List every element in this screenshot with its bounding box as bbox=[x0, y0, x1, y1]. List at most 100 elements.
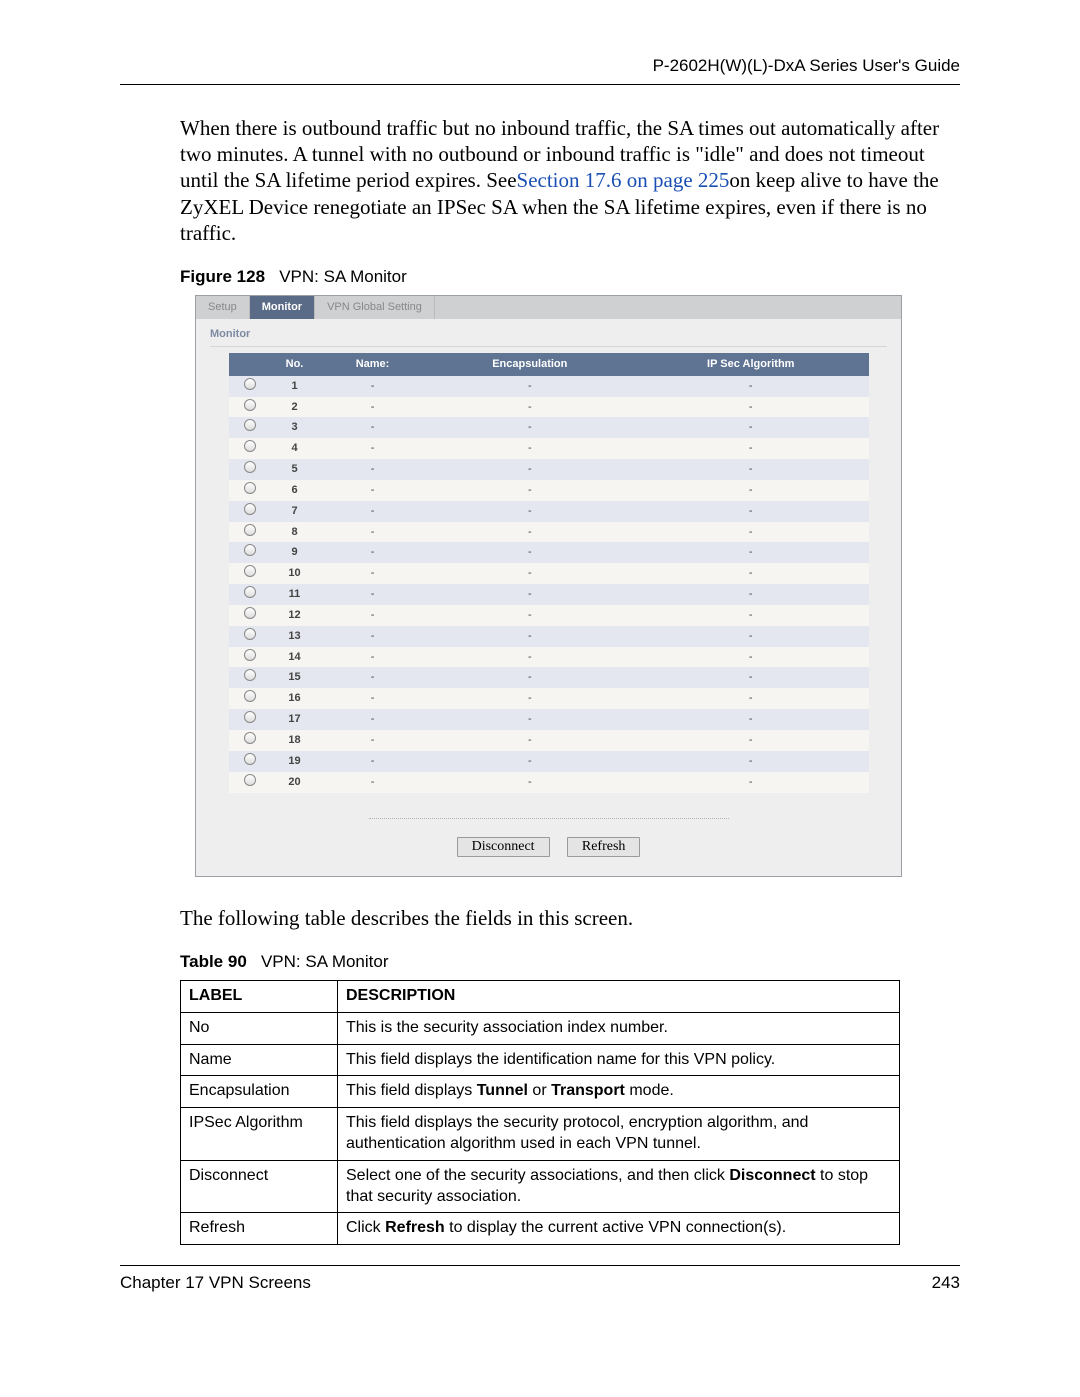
row-radio[interactable] bbox=[229, 626, 271, 647]
row-name: - bbox=[319, 626, 427, 647]
row-ipsec: - bbox=[633, 501, 868, 522]
row-no: 3 bbox=[271, 417, 319, 438]
desc-label: Refresh bbox=[181, 1213, 338, 1245]
radio-icon[interactable] bbox=[244, 711, 256, 723]
row-name: - bbox=[319, 438, 427, 459]
tab-global[interactable]: VPN Global Setting bbox=[315, 296, 435, 319]
radio-icon[interactable] bbox=[244, 461, 256, 473]
table-row: 16--- bbox=[229, 688, 869, 709]
row-radio[interactable] bbox=[229, 438, 271, 459]
row-radio[interactable] bbox=[229, 376, 271, 397]
radio-icon[interactable] bbox=[244, 524, 256, 536]
desc-text: This field displays Tunnel or Transport … bbox=[338, 1076, 900, 1108]
desc-label: Disconnect bbox=[181, 1160, 338, 1213]
bottom-rule bbox=[120, 1265, 960, 1266]
desc-row: EncapsulationThis field displays Tunnel … bbox=[181, 1076, 900, 1108]
row-name: - bbox=[319, 647, 427, 668]
row-radio[interactable] bbox=[229, 667, 271, 688]
radio-icon[interactable] bbox=[244, 544, 256, 556]
desc-label: No bbox=[181, 1012, 338, 1044]
radio-icon[interactable] bbox=[244, 669, 256, 681]
row-encap: - bbox=[427, 522, 633, 543]
refresh-button[interactable]: Refresh bbox=[567, 837, 641, 857]
row-radio[interactable] bbox=[229, 522, 271, 543]
row-no: 12 bbox=[271, 605, 319, 626]
row-radio[interactable] bbox=[229, 709, 271, 730]
radio-icon[interactable] bbox=[244, 628, 256, 640]
tab-setup[interactable]: Setup bbox=[196, 296, 250, 319]
desc-text: This field displays the identification n… bbox=[338, 1044, 900, 1076]
row-radio[interactable] bbox=[229, 501, 271, 522]
figure-caption: Figure 128 VPN: SA Monitor bbox=[180, 266, 960, 289]
row-radio[interactable] bbox=[229, 417, 271, 438]
row-encap: - bbox=[427, 772, 633, 793]
desc-text: Select one of the security associations,… bbox=[338, 1160, 900, 1213]
row-no: 14 bbox=[271, 647, 319, 668]
row-radio[interactable] bbox=[229, 542, 271, 563]
row-ipsec: - bbox=[633, 605, 868, 626]
row-radio[interactable] bbox=[229, 605, 271, 626]
row-ipsec: - bbox=[633, 688, 868, 709]
footer-right: 243 bbox=[932, 1272, 960, 1295]
row-no: 9 bbox=[271, 542, 319, 563]
radio-icon[interactable] bbox=[244, 565, 256, 577]
row-radio[interactable] bbox=[229, 563, 271, 584]
row-encap: - bbox=[427, 605, 633, 626]
radio-icon[interactable] bbox=[244, 690, 256, 702]
radio-icon[interactable] bbox=[244, 607, 256, 619]
col-no: No. bbox=[271, 353, 319, 376]
desc-row: IPSec AlgorithmThis field displays the s… bbox=[181, 1108, 900, 1161]
row-radio[interactable] bbox=[229, 772, 271, 793]
row-no: 11 bbox=[271, 584, 319, 605]
radio-icon[interactable] bbox=[244, 378, 256, 390]
row-name: - bbox=[319, 459, 427, 480]
radio-icon[interactable] bbox=[244, 399, 256, 411]
section-link[interactable]: Section 17.6 on page 225 bbox=[517, 168, 730, 192]
row-no: 17 bbox=[271, 709, 319, 730]
desc-row: DisconnectSelect one of the security ass… bbox=[181, 1160, 900, 1213]
disconnect-button[interactable]: Disconnect bbox=[457, 837, 550, 857]
row-radio[interactable] bbox=[229, 397, 271, 418]
row-encap: - bbox=[427, 647, 633, 668]
desc-header-row: LABEL DESCRIPTION bbox=[181, 981, 900, 1013]
radio-icon[interactable] bbox=[244, 482, 256, 494]
radio-icon[interactable] bbox=[244, 419, 256, 431]
desc-text: This field displays the security protoco… bbox=[338, 1108, 900, 1161]
row-ipsec: - bbox=[633, 417, 868, 438]
row-radio[interactable] bbox=[229, 751, 271, 772]
row-encap: - bbox=[427, 730, 633, 751]
radio-icon[interactable] bbox=[244, 753, 256, 765]
row-radio[interactable] bbox=[229, 459, 271, 480]
row-ipsec: - bbox=[633, 647, 868, 668]
row-no: 2 bbox=[271, 397, 319, 418]
row-ipsec: - bbox=[633, 459, 868, 480]
row-no: 18 bbox=[271, 730, 319, 751]
row-radio[interactable] bbox=[229, 647, 271, 668]
sa-monitor-table: No. Name: Encapsulation IP Sec Algorithm… bbox=[229, 353, 869, 793]
table-row: 7--- bbox=[229, 501, 869, 522]
page: P-2602H(W)(L)-DxA Series User's Guide Wh… bbox=[0, 0, 1080, 1397]
footer-left: Chapter 17 VPN Screens bbox=[120, 1272, 311, 1295]
radio-icon[interactable] bbox=[244, 503, 256, 515]
radio-icon[interactable] bbox=[244, 586, 256, 598]
radio-icon[interactable] bbox=[244, 774, 256, 786]
radio-icon[interactable] bbox=[244, 649, 256, 661]
row-encap: - bbox=[427, 563, 633, 584]
row-radio[interactable] bbox=[229, 688, 271, 709]
row-ipsec: - bbox=[633, 730, 868, 751]
row-ipsec: - bbox=[633, 584, 868, 605]
figure-title: VPN: SA Monitor bbox=[279, 267, 407, 286]
row-radio[interactable] bbox=[229, 730, 271, 751]
desc-label: IPSec Algorithm bbox=[181, 1108, 338, 1161]
row-encap: - bbox=[427, 417, 633, 438]
row-no: 19 bbox=[271, 751, 319, 772]
radio-icon[interactable] bbox=[244, 732, 256, 744]
col-radio bbox=[229, 353, 271, 376]
row-radio[interactable] bbox=[229, 584, 271, 605]
row-radio[interactable] bbox=[229, 480, 271, 501]
row-name: - bbox=[319, 605, 427, 626]
tab-monitor[interactable]: Monitor bbox=[250, 296, 315, 319]
radio-icon[interactable] bbox=[244, 440, 256, 452]
table-row: 14--- bbox=[229, 647, 869, 668]
row-ipsec: - bbox=[633, 542, 868, 563]
